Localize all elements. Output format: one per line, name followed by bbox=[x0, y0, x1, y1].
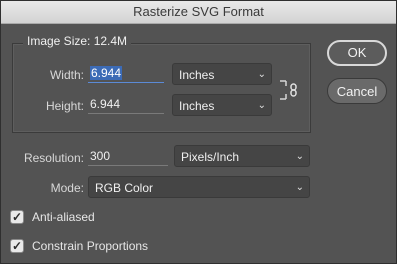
constrain-proportions-label: Constrain Proportions bbox=[32, 239, 149, 253]
mode-value: RGB Color bbox=[95, 181, 154, 195]
anti-aliased-label: Anti-aliased bbox=[32, 210, 95, 224]
height-unit-value: Inches bbox=[179, 99, 215, 113]
chevron-down-icon: ⌄ bbox=[295, 151, 304, 162]
resolution-value: 300 bbox=[90, 149, 111, 163]
width-field[interactable]: 6.944 bbox=[88, 64, 164, 83]
cancel-button[interactable]: Cancel bbox=[327, 78, 387, 104]
width-unit-select[interactable]: Inches ⌄ bbox=[172, 63, 272, 85]
resolution-unit-value: Pixels/Inch bbox=[181, 150, 240, 164]
checkmark-icon: ✓ bbox=[11, 239, 23, 253]
ok-button[interactable]: OK bbox=[327, 40, 387, 66]
mode-label: Mode: bbox=[50, 181, 84, 195]
dialog-title: Rasterize SVG Format bbox=[1, 1, 396, 24]
height-unit-select[interactable]: Inches ⌄ bbox=[172, 94, 272, 116]
anti-aliased-checkbox[interactable]: ✓ bbox=[10, 210, 24, 224]
width-label: Width: bbox=[49, 68, 84, 82]
resolution-label: Resolution: bbox=[23, 151, 84, 165]
width-unit-value: Inches bbox=[179, 68, 215, 82]
mode-select[interactable]: RGB Color ⌄ bbox=[88, 176, 310, 198]
rasterize-dialog: Rasterize SVG Format Image Size: 12.4M W… bbox=[0, 0, 397, 264]
chevron-down-icon: ⌄ bbox=[257, 69, 266, 80]
constrain-proportions-checkbox[interactable]: ✓ bbox=[10, 239, 24, 253]
height-label: Height: bbox=[45, 99, 84, 113]
height-value: 6.944 bbox=[90, 97, 121, 111]
height-field[interactable]: 6.944 bbox=[88, 95, 164, 114]
image-size-label: Image Size: 12.4M bbox=[23, 34, 132, 48]
resolution-field[interactable]: 300 bbox=[88, 147, 168, 166]
width-value: 6.944 bbox=[90, 66, 123, 80]
chain-link-icon[interactable] bbox=[278, 78, 300, 102]
chevron-down-icon: ⌄ bbox=[257, 100, 266, 111]
chevron-down-icon: ⌄ bbox=[295, 182, 304, 193]
resolution-unit-select[interactable]: Pixels/Inch ⌄ bbox=[174, 145, 310, 167]
checkmark-icon: ✓ bbox=[11, 210, 23, 224]
image-size-group bbox=[12, 43, 311, 133]
